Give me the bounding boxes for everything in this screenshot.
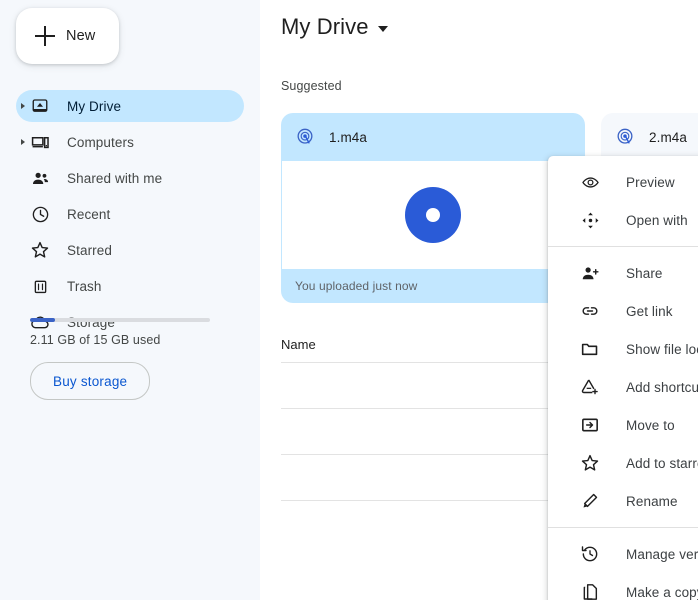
context-menu-item-label: Move to [626, 418, 675, 433]
chevron-down-icon[interactable] [378, 26, 388, 32]
sidebar-item-label: Trash [67, 279, 102, 294]
drive-app: New My Drive [0, 0, 698, 600]
suggested-card-name: 2.m4a [649, 130, 687, 145]
context-menu-item-add-to-starred[interactable]: Add to starred [548, 444, 698, 482]
pencil-icon [580, 491, 600, 511]
page-title[interactable]: My Drive [281, 14, 388, 40]
add-shortcut-icon [580, 377, 600, 397]
shared-with-me-icon [30, 168, 50, 188]
suggested-card-footer: You uploaded just now [281, 269, 585, 303]
new-button[interactable]: New [16, 8, 119, 64]
context-menu-item-label: Preview [626, 175, 675, 190]
sidebar-item-label: Starred [67, 243, 112, 258]
context-menu-item-label: Add to starred [626, 456, 698, 471]
copy-icon [580, 582, 600, 600]
plus-icon [35, 26, 55, 46]
audio-file-icon [615, 127, 635, 147]
suggested-card-header: 2.m4a [601, 113, 698, 161]
page-title-label: My Drive [281, 14, 369, 40]
storage-block: 2.11 GB of 15 GB used Buy storage [30, 318, 240, 400]
person-add-icon [580, 263, 600, 283]
link-icon [580, 301, 600, 321]
sidebar-item-label: Computers [67, 135, 134, 150]
sidebar-item-my-drive[interactable]: My Drive [16, 90, 244, 122]
menu-divider [548, 246, 698, 247]
context-menu-item-make-a-copy[interactable]: Make a copy [548, 573, 698, 600]
context-menu-item-label: Make a copy [626, 585, 698, 600]
context-menu-item-label: Share [626, 266, 663, 281]
menu-divider [548, 527, 698, 528]
storage-progress-fill [30, 318, 55, 322]
suggested-card-name: 1.m4a [329, 130, 367, 145]
context-menu-item-label: Add shortcut to Drive [626, 380, 698, 395]
main-content: My Drive Suggested 1.m4a [260, 0, 698, 600]
context-menu-item-add-shortcut-to-drive[interactable]: Add shortcut to Drive [548, 368, 698, 406]
context-menu-item-share[interactable]: Share [548, 254, 698, 292]
star-icon [30, 240, 50, 260]
sidebar-item-recent[interactable]: Recent [16, 198, 244, 230]
sidebar-nav: My Drive Computers [0, 90, 260, 338]
sidebar-item-shared-with-me[interactable]: Shared with me [16, 162, 244, 194]
new-button-label: New [66, 28, 95, 44]
sidebar-item-trash[interactable]: Trash [16, 270, 244, 302]
sidebar-item-label: Recent [67, 207, 110, 222]
eye-icon [580, 172, 600, 192]
context-menu-item-label: Rename [626, 494, 678, 509]
computers-icon [30, 132, 50, 152]
context-menu-item-label: Open with [626, 213, 688, 228]
storage-progress-bar [30, 318, 210, 322]
context-menu-item-label: Get link [626, 304, 673, 319]
trash-icon [30, 276, 50, 296]
context-menu-item-preview[interactable]: Preview [548, 163, 698, 201]
suggested-label: Suggested [281, 79, 342, 93]
context-menu-item-manage-versions[interactable]: Manage versions [548, 535, 698, 573]
suggested-card-header: 1.m4a [281, 113, 585, 161]
audio-disc-icon [405, 187, 461, 243]
chevron-right-icon[interactable] [21, 139, 25, 145]
context-menu-item-label: Show file location [626, 342, 698, 357]
chevron-right-icon[interactable] [21, 103, 25, 109]
context-menu-item-open-with[interactable]: Open with › [548, 201, 698, 239]
move-to-icon [580, 415, 600, 435]
sidebar-item-label: Shared with me [67, 171, 162, 186]
context-menu: Preview Open with › [548, 156, 698, 600]
context-menu-item-get-link[interactable]: Get link [548, 292, 698, 330]
sidebar: New My Drive [0, 0, 260, 600]
suggested-card[interactable]: 1.m4a You uploaded just now [281, 113, 585, 303]
my-drive-icon [30, 96, 50, 116]
storage-used-text: 2.11 GB of 15 GB used [30, 333, 240, 347]
open-with-icon [580, 210, 600, 230]
history-icon [580, 544, 600, 564]
sidebar-item-computers[interactable]: Computers [16, 126, 244, 158]
context-menu-item-show-file-location[interactable]: Show file location [548, 330, 698, 368]
context-menu-item-rename[interactable]: Rename [548, 482, 698, 520]
audio-file-icon [295, 127, 315, 147]
context-menu-item-label: Manage versions [626, 547, 698, 562]
context-menu-item-move-to[interactable]: Move to [548, 406, 698, 444]
sidebar-item-label: My Drive [67, 99, 121, 114]
suggested-card-thumbnail [282, 161, 584, 269]
folder-icon [580, 339, 600, 359]
star-icon [580, 453, 600, 473]
clock-icon [30, 204, 50, 224]
sidebar-item-starred[interactable]: Starred [16, 234, 244, 266]
buy-storage-button[interactable]: Buy storage [30, 362, 150, 400]
